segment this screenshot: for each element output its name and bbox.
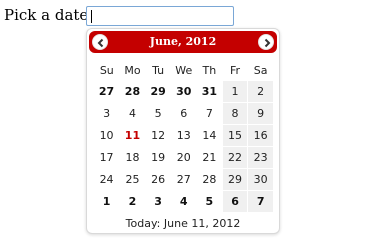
week-row: 1 2 3 4 5 6 7 [94,190,274,213]
day-cell[interactable]: 28 [196,168,223,191]
day-cell[interactable]: 9 [247,102,274,125]
week-row: 3 4 5 6 7 8 9 [94,102,274,125]
day-cell[interactable]: 6 [170,102,198,125]
day-cell[interactable]: 23 [247,146,274,169]
calendar-header: June, 2012 [89,31,277,53]
date-picker-popup: June, 2012 Su Mo Tu We Th Fr Sa 27 28 29 [86,28,280,234]
day-cell-today[interactable]: 11 [119,124,146,147]
text-caret [91,10,92,23]
day-cell[interactable]: 16 [247,124,274,147]
chevron-right-icon [264,38,271,48]
date-input[interactable] [86,6,234,26]
day-cell-other-month[interactable]: 27 [94,81,121,103]
day-cell[interactable]: 15 [222,124,249,147]
day-cell[interactable]: 2 [247,81,274,103]
day-cell[interactable]: 27 [170,168,198,191]
day-cell[interactable]: 13 [170,124,198,147]
day-cell[interactable]: 3 [94,102,121,125]
next-month-button[interactable] [258,34,274,50]
day-cell[interactable]: 8 [222,102,249,125]
day-cell[interactable]: 26 [145,168,172,191]
day-cell[interactable]: 1 [222,81,249,103]
day-cell[interactable]: 21 [196,146,223,169]
day-cell[interactable]: 22 [222,146,249,169]
day-cell-other-month[interactable]: 2 [119,190,146,213]
day-cell-other-month[interactable]: 1 [94,190,121,213]
day-cell[interactable]: 20 [170,146,198,169]
day-cell[interactable]: 14 [196,124,223,147]
weekday-label: Tu [152,64,165,77]
day-cell-other-month[interactable]: 6 [222,190,249,213]
weekday-header-row: Su Mo Tu We Th Fr Sa [94,60,274,81]
day-cell[interactable]: 10 [94,124,121,147]
weekday-label: We [175,64,193,77]
weekday-label: Mo [124,64,141,77]
day-cell-other-month[interactable]: 7 [247,190,274,213]
day-cell-other-month[interactable]: 5 [196,190,223,213]
day-cell-other-month[interactable]: 28 [119,81,146,103]
day-cell-other-month[interactable]: 30 [170,81,198,103]
today-link[interactable]: Today: June 11, 2012 [87,217,279,230]
day-cell-other-month[interactable]: 31 [196,81,223,103]
week-row: 27 28 29 30 31 1 2 [94,81,274,103]
day-cell[interactable]: 18 [119,146,146,169]
calendar-grid: Su Mo Tu We Th Fr Sa 27 28 29 30 31 1 2 … [94,60,274,213]
day-cell[interactable]: 17 [94,146,121,169]
month-title[interactable]: June, 2012 [89,35,277,48]
day-cell-other-month[interactable]: 3 [145,190,172,213]
day-cell-other-month[interactable]: 29 [145,81,172,103]
day-cell[interactable]: 30 [247,168,274,191]
day-cell[interactable]: 12 [145,124,172,147]
weekday-label: Sa [253,64,268,77]
day-cell[interactable]: 25 [119,168,146,191]
week-row: 10 11 12 13 14 15 16 [94,124,274,147]
weekday-label: Fr [229,64,241,77]
day-cell[interactable]: 5 [145,102,172,125]
day-cell-other-month[interactable]: 4 [170,190,198,213]
weekday-label: Th [202,64,217,77]
day-cell[interactable]: 7 [196,102,223,125]
day-cell[interactable]: 19 [145,146,172,169]
week-row: 17 18 19 20 21 22 23 [94,146,274,169]
date-label: Pick a date: [4,6,94,24]
week-row: 24 25 26 27 28 29 30 [94,168,274,191]
day-cell[interactable]: 29 [222,168,249,191]
day-cell[interactable]: 4 [119,102,146,125]
weekday-label: Su [99,64,114,77]
day-cell[interactable]: 24 [94,168,121,191]
